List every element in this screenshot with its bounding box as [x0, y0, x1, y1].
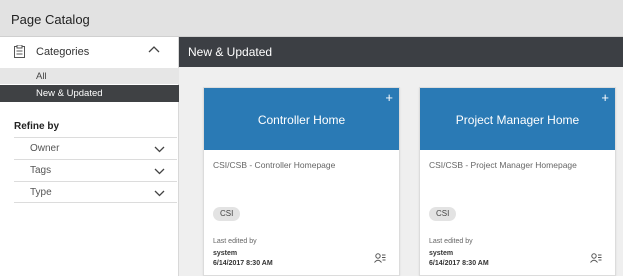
categories-label: Categories — [36, 46, 90, 58]
sidebar: Categories All New & Updated Refine by O… — [0, 37, 179, 276]
last-edited-user: system — [429, 250, 454, 257]
chevron-up-icon[interactable] — [148, 44, 160, 54]
filter-list: Owner Tags Type — [14, 137, 177, 203]
page-card-project-manager-home[interactable]: + Project Manager Home CSI/CSB - Project… — [419, 87, 616, 276]
plus-icon[interactable]: + — [385, 90, 393, 105]
filter-label: Type — [30, 187, 52, 198]
card-title[interactable]: Controller Home — [204, 113, 399, 127]
categories-header[interactable]: Categories — [0, 37, 179, 67]
last-edited-label: Last edited by — [213, 238, 257, 245]
clipboard-icon — [14, 45, 25, 58]
filter-label: Owner — [30, 143, 60, 154]
last-edited-date: 6/14/2017 8:30 AM — [213, 260, 273, 267]
card-title[interactable]: Project Manager Home — [420, 113, 615, 127]
chevron-down-icon[interactable] — [154, 189, 165, 197]
page-card-controller-home[interactable]: + Controller Home CSI/CSB - Controller H… — [203, 87, 400, 276]
user-settings-icon[interactable] — [374, 253, 386, 263]
sidebar-item-new-updated[interactable]: New & Updated — [0, 85, 179, 102]
card-description: CSI/CSB - Project Manager Homepage — [429, 160, 577, 170]
filter-label: Tags — [30, 165, 52, 176]
user-settings-icon[interactable] — [590, 253, 602, 263]
filter-tags[interactable]: Tags — [14, 159, 177, 181]
card-header[interactable]: + Project Manager Home — [420, 88, 615, 150]
section-title: New & Updated — [188, 45, 273, 59]
top-bar: Page Catalog — [0, 0, 623, 37]
app-title: Page Catalog — [11, 12, 90, 27]
last-edited-label: Last edited by — [429, 238, 473, 245]
last-edited-date: 6/14/2017 8:30 AM — [429, 260, 489, 267]
card-description: CSI/CSB - Controller Homepage — [213, 160, 336, 170]
tag-chip[interactable]: CSI — [213, 207, 241, 221]
sidebar-item-label: New & Updated — [36, 88, 103, 99]
section-header: New & Updated — [179, 37, 623, 67]
card-header[interactable]: + Controller Home — [204, 88, 399, 150]
last-edited-user: system — [213, 250, 238, 257]
refine-by-heading: Refine by — [14, 121, 60, 132]
sidebar-item-all[interactable]: All — [0, 68, 179, 84]
sidebar-item-label: All — [36, 71, 47, 82]
plus-icon[interactable]: + — [601, 90, 609, 105]
main-content: New & Updated + Controller Home CSI/CSB … — [179, 37, 623, 276]
chevron-down-icon[interactable] — [154, 145, 165, 153]
filter-owner[interactable]: Owner — [14, 137, 177, 159]
filter-type[interactable]: Type — [14, 181, 177, 203]
chevron-down-icon[interactable] — [154, 167, 165, 175]
tag-chip[interactable]: CSI — [429, 207, 457, 221]
